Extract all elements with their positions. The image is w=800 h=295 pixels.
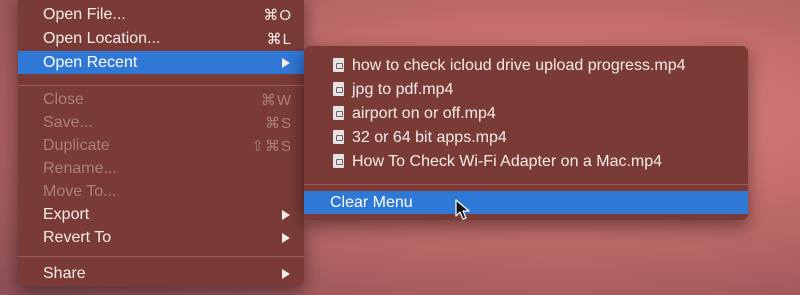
recent-file-item[interactable]: 32 or 64 bit apps.mp4 [304, 126, 748, 149]
recent-file-item[interactable]: How To Check Wi-Fi Adapter on a Mac.mp4 [304, 150, 748, 173]
menu-item-label: Close [43, 90, 84, 108]
file-menu: Open File... ⌘O Open Location... ⌘L Open… [18, 0, 304, 286]
submenu-arrow-icon [282, 209, 290, 220]
menu-separator [304, 184, 748, 185]
submenu-arrow-icon [282, 57, 290, 68]
shortcut-label: ⌘S [264, 114, 292, 132]
shortcut-label: ⇧⌘S [251, 137, 292, 155]
menu-item-rename: Rename... [18, 157, 304, 180]
clear-menu-label: Clear Menu [330, 193, 413, 211]
submenu-arrow-icon [282, 232, 290, 243]
open-recent-submenu: how to check icloud drive upload progres… [304, 46, 748, 220]
recent-file-label: jpg to pdf.mp4 [352, 80, 454, 98]
menu-item-label: Save... [43, 113, 93, 131]
video-file-icon [333, 106, 344, 120]
recent-file-item[interactable]: jpg to pdf.mp4 [304, 78, 748, 101]
shortcut-label: ⌘L [266, 30, 292, 48]
menu-item-move-to: Move To... [18, 180, 304, 203]
menu-item-label: Open Recent [43, 53, 138, 71]
recent-file-label: how to check icloud drive upload progres… [352, 56, 686, 74]
menu-separator [18, 85, 304, 86]
submenu-arrow-icon [282, 268, 290, 279]
menu-item-revert-to[interactable]: Revert To [18, 226, 304, 249]
recent-file-item[interactable]: airport on or off.mp4 [304, 102, 748, 125]
menu-item-label: Export [43, 205, 90, 223]
mouse-pointer-icon [455, 199, 470, 220]
recent-file-label: How To Check Wi-Fi Adapter on a Mac.mp4 [352, 152, 663, 170]
video-file-icon [333, 58, 344, 72]
video-file-icon [333, 154, 344, 168]
menu-item-label: Share [43, 264, 86, 282]
recent-file-label: airport on or off.mp4 [352, 104, 496, 122]
menu-item-label: Move To... [43, 182, 117, 200]
clear-menu-item[interactable]: Clear Menu [304, 191, 748, 214]
menu-item-close: Close ⌘W [18, 88, 304, 111]
menu-item-label: Open Location... [43, 29, 161, 47]
recent-file-item[interactable]: how to check icloud drive upload progres… [304, 54, 748, 77]
menu-item-label: Open File... [43, 5, 126, 23]
menu-item-export[interactable]: Export [18, 203, 304, 226]
shortcut-label: ⌘W [260, 91, 292, 109]
menu-item-open-recent[interactable]: Open Recent [18, 51, 304, 74]
shortcut-label: ⌘O [263, 6, 292, 24]
menu-item-duplicate: Duplicate ⇧⌘S [18, 134, 304, 157]
recent-file-label: 32 or 64 bit apps.mp4 [352, 128, 507, 146]
video-file-icon [333, 82, 344, 96]
menu-item-open-file[interactable]: Open File... ⌘O [18, 3, 304, 26]
video-file-icon [333, 130, 344, 144]
menu-item-save: Save... ⌘S [18, 111, 304, 134]
menu-item-share[interactable]: Share [18, 262, 304, 285]
menu-item-label: Rename... [43, 159, 117, 177]
menu-separator [18, 256, 304, 257]
menu-item-open-location[interactable]: Open Location... ⌘L [18, 27, 304, 50]
menu-item-label: Duplicate [43, 136, 110, 154]
menu-item-label: Revert To [43, 228, 112, 246]
